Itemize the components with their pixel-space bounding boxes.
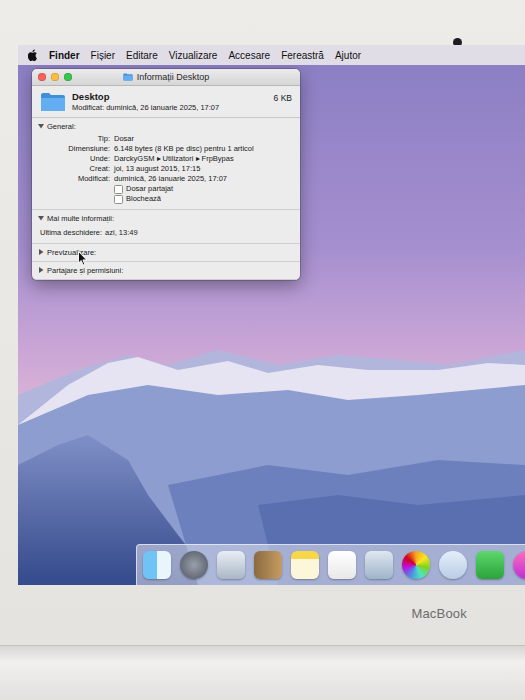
title-bar[interactable]: Informații Desktop: [32, 69, 300, 86]
laptop-photo: Finder Fișier Editare Vizualizare Accesare Fe…: [0, 0, 525, 700]
info-section: Mai multe informații: Ultima deschidere:a…: [32, 210, 300, 244]
collapsed-triangle-icon[interactable]: [38, 249, 44, 255]
top-bezel: [0, 0, 525, 45]
menu-bar: Finder Fișier Editare Vizualizare Accesare Fe…: [18, 45, 525, 65]
zoom-button[interactable]: [64, 73, 72, 81]
info-row: Modificat:duminică, 26 ianuarie 2025, 17…: [38, 174, 294, 184]
facetime-icon[interactable]: [476, 551, 504, 579]
finder-icon[interactable]: [143, 551, 171, 579]
item-modified: Modificat: duminică, 26 ianuarie 2025, 1…: [72, 103, 268, 112]
expanded-triangle-icon[interactable]: [38, 215, 44, 221]
reminders-icon[interactable]: [328, 551, 356, 579]
info-row: Tip:Dosar: [38, 134, 294, 144]
info-row: Creat:joi, 13 august 2015, 17:15: [38, 164, 294, 174]
window-title: Informații Desktop: [137, 72, 210, 82]
notes-icon[interactable]: [291, 551, 319, 579]
info-section: General: Tip:DosarDimensiune:6.148 bytes …: [32, 118, 300, 210]
brand-label: MacBook: [411, 606, 467, 621]
desktop: Informații Desktop DesktopModificat: dumi…: [18, 65, 525, 585]
preview-icon[interactable]: [365, 551, 393, 579]
item-name: Desktop: [72, 91, 268, 102]
info-section: Partajare și permisiuni:: [32, 262, 300, 280]
section-header[interactable]: Partajare și permisiuni:: [38, 265, 294, 275]
folder-icon: [40, 92, 66, 112]
menu-item[interactable]: Ajutor: [335, 50, 361, 61]
close-button[interactable]: [38, 73, 46, 81]
collapsed-triangle-icon[interactable]: [38, 267, 44, 273]
info-header: DesktopModificat: duminică, 26 ianuarie …: [32, 86, 300, 118]
checkbox[interactable]: [114, 195, 123, 204]
messages-icon[interactable]: [439, 551, 467, 579]
launchpad-icon[interactable]: [180, 551, 208, 579]
checkbox-row[interactable]: Dosar partajat: [38, 184, 294, 194]
info-row: Unde:DarckyGSM ▸ Utilizatori ▸ FrpBypas: [38, 154, 294, 164]
expanded-triangle-icon[interactable]: [38, 123, 44, 129]
menu-item[interactable]: Vizualizare: [169, 50, 218, 61]
menu-item[interactable]: Fereastră: [281, 50, 324, 61]
dock: [136, 544, 525, 585]
menu-app-name[interactable]: Finder: [49, 50, 80, 61]
mail-icon[interactable]: [217, 551, 245, 579]
title-folder-icon: [123, 73, 133, 81]
mouse-pointer-icon: [78, 251, 88, 266]
menu-item[interactable]: Editare: [126, 50, 158, 61]
contacts-icon[interactable]: [254, 551, 282, 579]
apple-logo-icon[interactable]: [28, 49, 38, 61]
info-window[interactable]: Informații Desktop DesktopModificat: dumi…: [32, 69, 300, 280]
photos-icon[interactable]: [402, 551, 430, 579]
info-row: Dimensiune:6.148 bytes (8 KB pe disc) pe…: [38, 144, 294, 154]
section-header[interactable]: Previzualizare:: [38, 247, 294, 257]
item-size: 6 KB: [274, 93, 292, 103]
info-section: Previzualizare:: [32, 244, 300, 262]
hinge: [0, 645, 525, 700]
checkbox-row[interactable]: Blochează: [38, 194, 294, 204]
checkbox[interactable]: [114, 185, 123, 194]
menu-item[interactable]: Accesare: [228, 50, 270, 61]
menu-item[interactable]: Fișier: [91, 50, 115, 61]
info-row: Ultima deschidere:azi, 13:49: [38, 226, 294, 238]
section-header[interactable]: Mai multe informații:: [38, 213, 294, 223]
itunes-icon[interactable]: [513, 551, 525, 579]
section-header[interactable]: General:: [38, 121, 294, 131]
bottom-bezel: MacBook: [0, 585, 525, 645]
screen: Finder Fișier Editare Vizualizare Accesare Fe…: [18, 45, 525, 585]
minimize-button[interactable]: [51, 73, 59, 81]
